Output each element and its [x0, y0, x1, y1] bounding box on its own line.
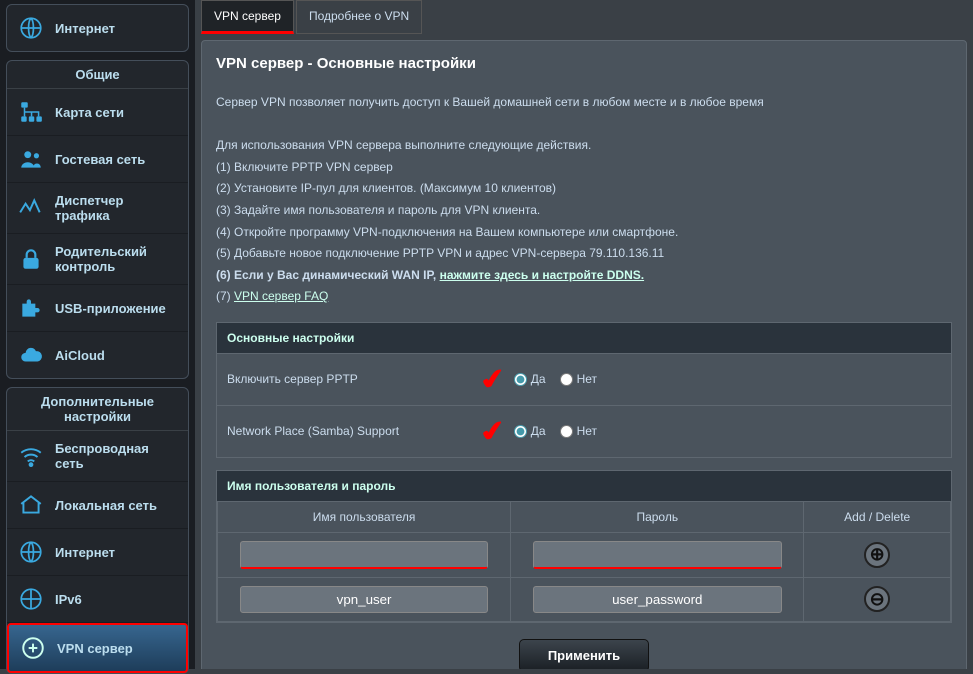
sidebar-item-label: Родительский контроль	[55, 244, 178, 274]
radio-samba-yes[interactable]: Да	[514, 424, 546, 438]
sidebar-group-header-general: Общие	[7, 61, 188, 89]
sidebar-item-vpn-server[interactable]: VPN сервер	[7, 623, 188, 673]
faq-link[interactable]: VPN сервер FAQ	[234, 289, 328, 303]
sidebar-item-aicloud[interactable]: AiCloud	[7, 332, 188, 378]
section-header-basic: Основные настройки	[217, 323, 951, 353]
credentials-table: Имя пользователя Пароль Add / Delete ⊕ ⊖	[217, 501, 951, 622]
sidebar-item-label: Карта сети	[55, 105, 178, 120]
traffic-icon	[17, 195, 45, 221]
intro-line: Сервер VPN позволяет получить доступ к В…	[216, 92, 952, 114]
sidebar: Интернет Общие Карта сети Гостевая сеть	[0, 0, 195, 669]
sidebar-item-network-map[interactable]: Карта сети	[7, 89, 188, 136]
credentials-section: Имя пользователя и пароль Имя пользовате…	[216, 470, 952, 623]
row-samba: Network Place (Samba) Support ✔ Да Нет	[217, 405, 951, 457]
sidebar-item-usb-app[interactable]: USB-приложение	[7, 285, 188, 332]
username-input[interactable]	[240, 541, 489, 569]
sidebar-group-header-advanced: Дополнительные настройки	[7, 388, 188, 431]
sidebar-item-ipv6[interactable]: IPv6	[7, 576, 188, 623]
step-3: (3) Задайте имя пользователя и пароль дл…	[216, 200, 952, 222]
table-row: ⊕	[218, 532, 951, 577]
add-button[interactable]: ⊕	[864, 542, 890, 568]
label-samba: Network Place (Samba) Support	[227, 424, 482, 438]
step-5: (5) Добавьте новое подключение PPTP VPN …	[216, 243, 952, 265]
tabs: VPN сервер Подробнее о VPN	[201, 0, 967, 34]
radio-pptp-yes[interactable]: Да	[514, 372, 546, 386]
row-enable-pptp: Включить сервер PPTP ✔ Да Нет	[217, 353, 951, 405]
vpn-icon	[19, 635, 47, 661]
password-display[interactable]	[533, 586, 782, 613]
intro-text: Сервер VPN позволяет получить доступ к В…	[216, 92, 952, 308]
step-2: (2) Установите IP-пул для клиентов. (Мак…	[216, 178, 952, 200]
username-display[interactable]	[240, 586, 489, 613]
home-icon	[17, 492, 45, 518]
sidebar-item-label: VPN сервер	[57, 641, 176, 656]
wifi-icon	[17, 443, 45, 469]
step-6: (6) Если у Вас динамический WAN IP, нажм…	[216, 265, 952, 287]
guest-icon	[17, 146, 45, 172]
table-header-row: Имя пользователя Пароль Add / Delete	[218, 501, 951, 532]
sidebar-item-label: Гостевая сеть	[55, 152, 178, 167]
delete-button[interactable]: ⊖	[864, 586, 890, 612]
tab-vpn-details[interactable]: Подробнее о VPN	[296, 0, 422, 34]
radio-group-pptp: Да Нет	[514, 372, 597, 386]
checkmark-icon: ✔	[477, 414, 509, 450]
password-input[interactable]	[533, 541, 782, 569]
steps-prefix: Для использования VPN сервера выполните …	[216, 135, 952, 157]
table-row: ⊖	[218, 577, 951, 621]
step-7: (7) VPN сервер FAQ	[216, 286, 952, 308]
basic-settings-section: Основные настройки Включить сервер PPTP …	[216, 322, 952, 458]
apply-button[interactable]: Применить	[519, 639, 649, 669]
sidebar-item-label: AiCloud	[55, 348, 178, 363]
radio-group-samba: Да Нет	[514, 424, 597, 438]
sidebar-item-wireless[interactable]: Беспроводная сеть	[7, 431, 188, 482]
puzzle-icon	[17, 295, 45, 321]
label-enable-pptp: Включить сервер PPTP	[227, 372, 482, 386]
sidebar-item-label: Диспетчер трафика	[55, 193, 178, 223]
sidebar-item-internet[interactable]: Интернет	[7, 529, 188, 576]
cloud-icon	[17, 342, 45, 368]
col-action: Add / Delete	[804, 501, 951, 532]
panel-title: VPN сервер - Основные настройки	[216, 55, 952, 72]
sidebar-item-label: USB-приложение	[55, 301, 178, 316]
section-header-cred: Имя пользователя и пароль	[217, 471, 951, 501]
ddns-link[interactable]: нажмите здесь и настройте DDNS.	[440, 268, 645, 282]
step-4: (4) Откройте программу VPN-подключения н…	[216, 222, 952, 244]
apply-wrap: Применить	[216, 639, 952, 669]
globe-icon	[17, 15, 45, 41]
sidebar-item-label: Локальная сеть	[55, 498, 178, 513]
sidebar-item-label: Беспроводная сеть	[55, 441, 178, 471]
sidebar-item-parental-control[interactable]: Родительский контроль	[7, 234, 188, 285]
sidebar-item-lan[interactable]: Локальная сеть	[7, 482, 188, 529]
sidebar-item-guest-network[interactable]: Гостевая сеть	[7, 136, 188, 183]
radio-samba-no[interactable]: Нет	[560, 424, 597, 438]
tab-vpn-server[interactable]: VPN сервер	[201, 0, 294, 34]
col-pass: Пароль	[511, 501, 804, 532]
ipv6-icon	[17, 586, 45, 612]
settings-panel: VPN сервер - Основные настройки Сервер V…	[201, 40, 967, 669]
sidebar-item-label: Интернет	[55, 545, 178, 560]
checkmark-icon: ✔	[477, 362, 509, 398]
radio-pptp-no[interactable]: Нет	[560, 372, 597, 386]
sidebar-item-traffic-manager[interactable]: Диспетчер трафика	[7, 183, 188, 234]
lock-icon	[17, 246, 45, 272]
network-icon	[17, 99, 45, 125]
globe-icon	[17, 539, 45, 565]
sidebar-item-internet-top[interactable]: Интернет	[7, 5, 188, 51]
col-user: Имя пользователя	[218, 501, 511, 532]
content: VPN сервер Подробнее о VPN VPN сервер - …	[195, 0, 973, 669]
step-1: (1) Включите PPTP VPN сервер	[216, 157, 952, 179]
sidebar-item-label: Интернет	[55, 21, 178, 36]
sidebar-item-label: IPv6	[55, 592, 178, 607]
